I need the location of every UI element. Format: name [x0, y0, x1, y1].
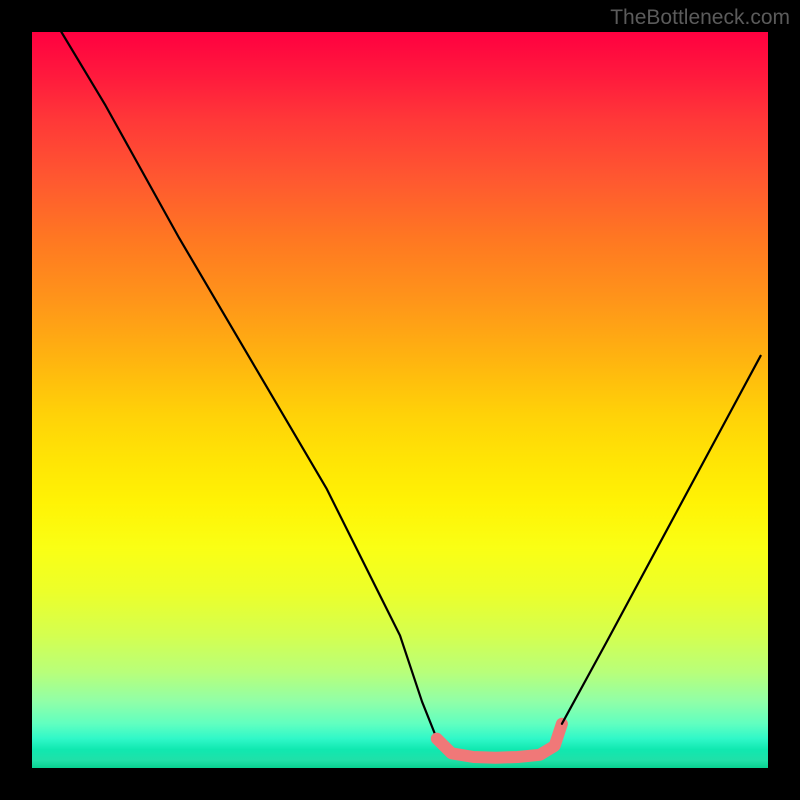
watermark-text: TheBottleneck.com — [610, 6, 790, 30]
curves-svg — [32, 32, 768, 768]
chart-frame: TheBottleneck.com — [0, 0, 800, 800]
series-black-curve-left — [61, 32, 436, 739]
series-group — [61, 32, 760, 758]
series-black-curve-right — [562, 356, 761, 724]
series-pink-flat-segment — [437, 724, 562, 758]
plot-area — [32, 32, 768, 768]
